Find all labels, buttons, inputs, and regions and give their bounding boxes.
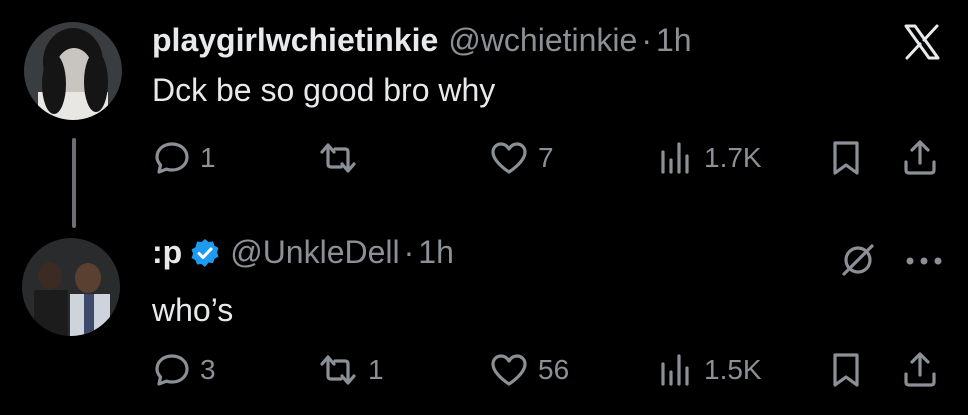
share-icon [900,138,940,178]
views-icon [656,350,696,390]
views-button[interactable]: 1.7K [656,138,762,178]
share-button[interactable] [900,138,940,178]
view-count: 1.7K [704,142,762,173]
bookmark-icon [826,350,866,390]
reply-icon [152,350,192,390]
like-icon [488,138,530,178]
like-button[interactable]: 56 [488,350,569,390]
like-icon [488,350,530,390]
like-count: 56 [538,354,570,385]
action-bar: 3 1 56 1.5K [0,210,968,415]
retweet-button[interactable]: 1 [316,350,384,390]
tweet-1[interactable]: playgirlwchietinkie @wchietinkie · 1h Dc… [0,0,968,228]
views-button[interactable]: 1.5K [656,350,762,390]
view-count: 1.5K [704,354,762,385]
reply-button[interactable]: 3 [152,350,216,390]
reply-count: 1 [200,142,216,173]
bookmark-button[interactable] [826,350,866,390]
views-icon [656,138,696,178]
retweet-icon [316,350,360,390]
reply-count: 3 [200,354,216,385]
bookmark-icon [826,138,866,178]
action-bar: 1 7 1.7K [0,0,968,210]
reply-icon [152,138,192,178]
reply-button[interactable]: 1 [152,138,216,178]
share-button[interactable] [900,350,940,390]
retweet-icon [316,138,360,178]
bookmark-button[interactable] [826,138,866,178]
like-button[interactable]: 7 [488,138,554,178]
retweet-button[interactable] [316,138,368,178]
like-count: 7 [538,142,554,173]
tweet-2[interactable]: :p @UnkleDell · 1h who’s 3 1 56 1.5K [0,210,968,415]
retweet-count: 1 [368,354,384,385]
share-icon [900,350,940,390]
